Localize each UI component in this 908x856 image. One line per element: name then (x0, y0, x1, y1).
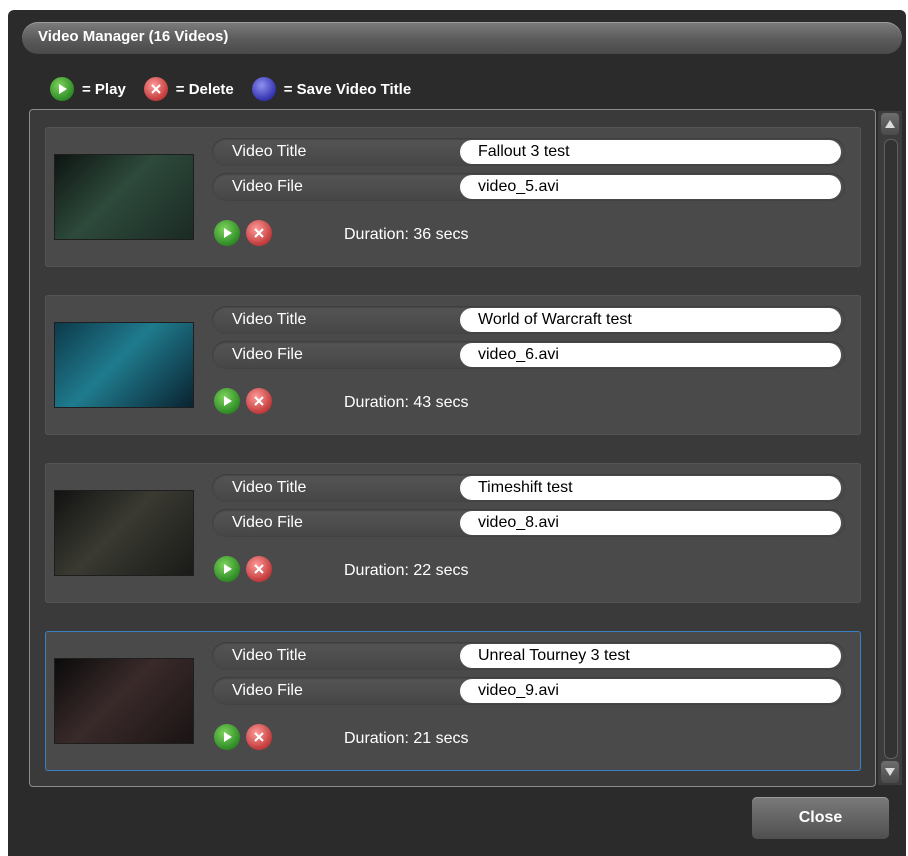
play-icon (224, 564, 232, 574)
video-card[interactable]: Video Title Video File Duration: 36 secs (45, 127, 861, 267)
play-icon (224, 396, 232, 406)
delete-button[interactable] (246, 724, 272, 750)
video-thumbnail[interactable] (54, 154, 194, 240)
video-card-selected[interactable]: Video Title Video File Duration: 21 secs (45, 631, 861, 771)
scroll-track[interactable] (884, 139, 898, 759)
video-file-row: Video File (212, 341, 845, 369)
video-file-input[interactable] (460, 175, 841, 199)
scrollbar[interactable] (878, 111, 902, 785)
video-title-input[interactable] (460, 308, 841, 332)
delete-button[interactable] (246, 388, 272, 414)
video-thumbnail[interactable] (54, 322, 194, 408)
video-actions (214, 388, 278, 414)
video-file-label: Video File (232, 346, 303, 363)
play-icon (50, 77, 74, 101)
legend-delete: = Delete (143, 77, 234, 101)
title-bar: Video Manager (16 Videos) (22, 22, 902, 54)
video-file-input[interactable] (460, 511, 841, 535)
video-duration: Duration: 22 secs (344, 562, 469, 579)
delete-button[interactable] (246, 556, 272, 582)
legend: = Play = Delete = Save Video Title (50, 77, 429, 101)
play-button[interactable] (214, 220, 240, 246)
delete-icon (254, 564, 264, 574)
video-title-row: Video Title (212, 642, 845, 670)
video-duration: Duration: 36 secs (344, 226, 469, 243)
video-title-input[interactable] (460, 476, 841, 500)
video-file-label: Video File (232, 514, 303, 531)
video-title-input[interactable] (460, 140, 841, 164)
video-title-label: Video Title (232, 647, 307, 664)
video-card[interactable]: Video Title Video File Duration: 22 secs (45, 463, 861, 603)
arrow-down-icon (885, 768, 895, 776)
video-file-row: Video File (212, 677, 845, 705)
scroll-up-button[interactable] (881, 113, 899, 135)
video-duration: Duration: 43 secs (344, 394, 469, 411)
save-icon (251, 77, 276, 101)
legend-save-label: = Save Video Title (283, 80, 412, 98)
video-title-label: Video Title (232, 143, 307, 160)
play-button[interactable] (214, 388, 240, 414)
video-thumbnail[interactable] (54, 490, 194, 576)
delete-button[interactable] (246, 220, 272, 246)
close-button[interactable]: Close (752, 797, 889, 839)
video-file-label: Video File (232, 178, 303, 195)
video-file-input[interactable] (460, 343, 841, 367)
delete-icon (254, 732, 264, 742)
video-actions (214, 724, 278, 750)
legend-save: = Save Video Title (251, 77, 412, 101)
video-file-row: Video File (212, 173, 845, 201)
video-title-label: Video Title (232, 479, 307, 496)
scroll-down-button[interactable] (881, 761, 899, 783)
legend-play-label: = Play (82, 80, 126, 98)
video-title-input[interactable] (460, 644, 841, 668)
video-duration: Duration: 21 secs (344, 730, 469, 747)
play-button[interactable] (214, 556, 240, 582)
legend-delete-label: = Delete (175, 80, 234, 98)
video-title-label: Video Title (232, 311, 307, 328)
video-thumbnail[interactable] (54, 658, 194, 744)
video-file-label: Video File (232, 682, 303, 699)
arrow-up-icon (885, 120, 895, 128)
video-file-input[interactable] (460, 679, 841, 703)
video-file-row: Video File (212, 509, 845, 537)
play-button[interactable] (214, 724, 240, 750)
legend-play: = Play (50, 77, 126, 101)
video-card[interactable]: Video Title Video File Duration: 43 secs (45, 295, 861, 435)
play-icon (224, 732, 232, 742)
delete-icon (254, 396, 264, 406)
video-title-row: Video Title (212, 474, 845, 502)
video-actions (214, 220, 278, 246)
play-icon (224, 228, 232, 238)
window-title: Video Manager (16 Videos) (38, 28, 229, 45)
delete-icon (143, 77, 168, 101)
video-actions (214, 556, 278, 582)
video-title-row: Video Title (212, 138, 845, 166)
video-title-row: Video Title (212, 306, 845, 334)
delete-icon (254, 228, 264, 238)
